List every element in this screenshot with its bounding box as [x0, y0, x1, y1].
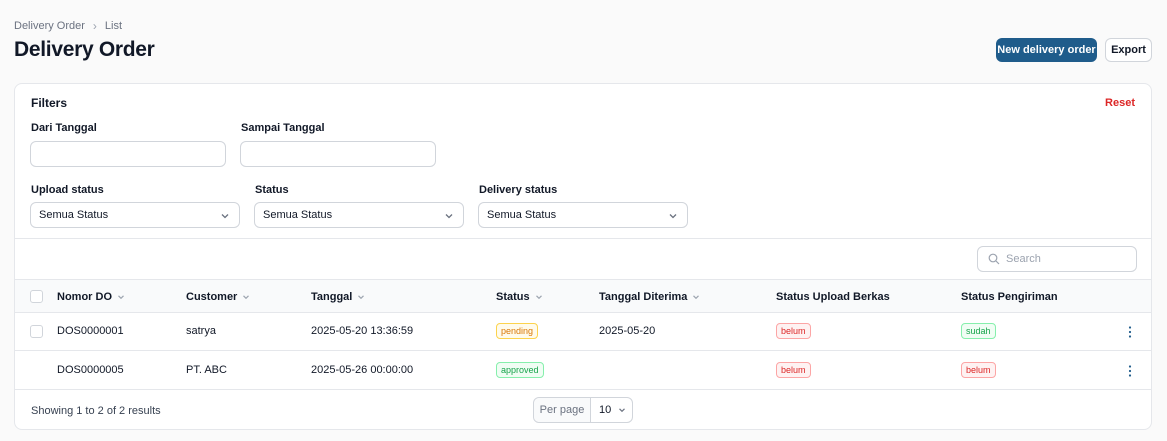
column-label: Tanggal	[311, 291, 353, 303]
upload-status-value: Semua Status	[39, 209, 109, 221]
column-status-pengiriman: Status Pengiriman	[961, 291, 1058, 303]
new-delivery-order-button[interactable]: New delivery order	[996, 38, 1097, 62]
select-all-checkbox[interactable]	[30, 290, 43, 303]
status-label: Status	[255, 184, 289, 196]
column-label: Status Upload Berkas	[776, 291, 890, 303]
column-tanggal[interactable]: Tanggal	[311, 291, 366, 303]
status-badge: approved	[496, 362, 544, 378]
date-from-label: Dari Tanggal	[31, 122, 97, 134]
chevron-down-icon	[358, 295, 365, 300]
filters-title: Filters	[31, 96, 68, 110]
cell-nomor-do: DOS0000005	[57, 364, 124, 376]
chevron-down-icon	[118, 295, 124, 300]
date-to-label: Sampai Tanggal	[241, 122, 325, 134]
upload-status-badge: belum	[776, 362, 811, 378]
table-row[interactable]: DOS0000001 satrya 2025-05-20 13:36:59 pe…	[15, 313, 1151, 351]
upload-status-select[interactable]: Semua Status	[30, 202, 240, 228]
cell-tanggal: 2025-05-26 00:00:00	[311, 364, 414, 376]
column-nomor-do[interactable]: Nomor DO	[57, 291, 126, 303]
delivery-status-value: Semua Status	[487, 209, 557, 221]
column-label: Customer	[186, 291, 238, 303]
upload-status-label: Upload status	[31, 184, 104, 196]
column-status[interactable]: Status	[496, 291, 544, 303]
export-button[interactable]: Export	[1105, 38, 1152, 62]
status-select[interactable]: Semua Status	[254, 202, 464, 228]
column-label: Status	[496, 291, 530, 303]
page-title: Delivery Order	[14, 38, 155, 61]
status-value: Semua Status	[263, 209, 333, 221]
date-to-input[interactable]	[240, 141, 436, 167]
chevron-right-icon: ›	[92, 19, 97, 33]
per-page-select[interactable]: 10	[591, 404, 632, 416]
breadcrumb-current: List	[104, 20, 123, 32]
column-status-upload-berkas: Status Upload Berkas	[776, 291, 890, 303]
per-page-selector[interactable]: Per page 10	[533, 397, 633, 423]
table-header: Nomor DO Customer Tanggal Status Tanggal…	[15, 279, 1151, 313]
date-from-input[interactable]	[30, 141, 226, 167]
chevron-down-icon	[693, 295, 700, 300]
chevron-down-icon	[445, 214, 453, 219]
cell-customer: PT. ABC	[186, 364, 227, 376]
per-page-label: Per page	[534, 398, 591, 422]
chevron-down-icon	[669, 214, 677, 219]
delivery-status-badge: belum	[961, 362, 996, 378]
cell-nomor-do: DOS0000001	[57, 325, 124, 337]
breadcrumb-parent-link[interactable]: Delivery Order	[14, 20, 85, 32]
column-label: Tanggal Diterima	[599, 291, 688, 303]
row-checkbox[interactable]	[30, 325, 43, 338]
more-actions-icon[interactable]	[1125, 325, 1135, 339]
search-box[interactable]	[977, 246, 1137, 272]
delivery-status-select[interactable]: Semua Status	[478, 202, 688, 228]
cell-tanggal: 2025-05-20 13:36:59	[311, 325, 414, 337]
delivery-order-table-card: Filters Reset Dari Tanggal Sampai Tangga…	[14, 83, 1152, 430]
search-input[interactable]	[1006, 253, 1126, 265]
table-row[interactable]: DOS0000005 PT. ABC 2025-05-26 00:00:00 a…	[15, 352, 1151, 390]
reset-filters-link[interactable]: Reset	[1105, 97, 1135, 109]
delivery-status-badge: sudah	[961, 323, 996, 339]
status-badge: pending	[496, 323, 539, 339]
column-label: Status Pengiriman	[961, 291, 1058, 303]
per-page-value: 10	[599, 404, 612, 416]
delivery-status-label: Delivery status	[479, 184, 558, 196]
search-icon	[988, 253, 1000, 265]
cell-tanggal-diterima: 2025-05-20	[599, 325, 656, 337]
divider	[15, 238, 1151, 239]
breadcrumb: Delivery Order › List	[14, 19, 122, 33]
more-actions-icon[interactable]	[1125, 364, 1135, 378]
chevron-down-icon	[221, 214, 229, 219]
pagination-summary: Showing 1 to 2 of 2 results	[31, 405, 161, 417]
upload-status-badge: belum	[776, 323, 811, 339]
cell-customer: satrya	[186, 325, 216, 337]
column-label: Nomor DO	[57, 291, 112, 303]
column-tanggal-diterima[interactable]: Tanggal Diterima	[599, 291, 701, 303]
chevron-down-icon	[619, 408, 626, 413]
column-customer[interactable]: Customer	[186, 291, 251, 303]
chevron-down-icon	[243, 295, 250, 300]
chevron-down-icon	[535, 295, 542, 300]
